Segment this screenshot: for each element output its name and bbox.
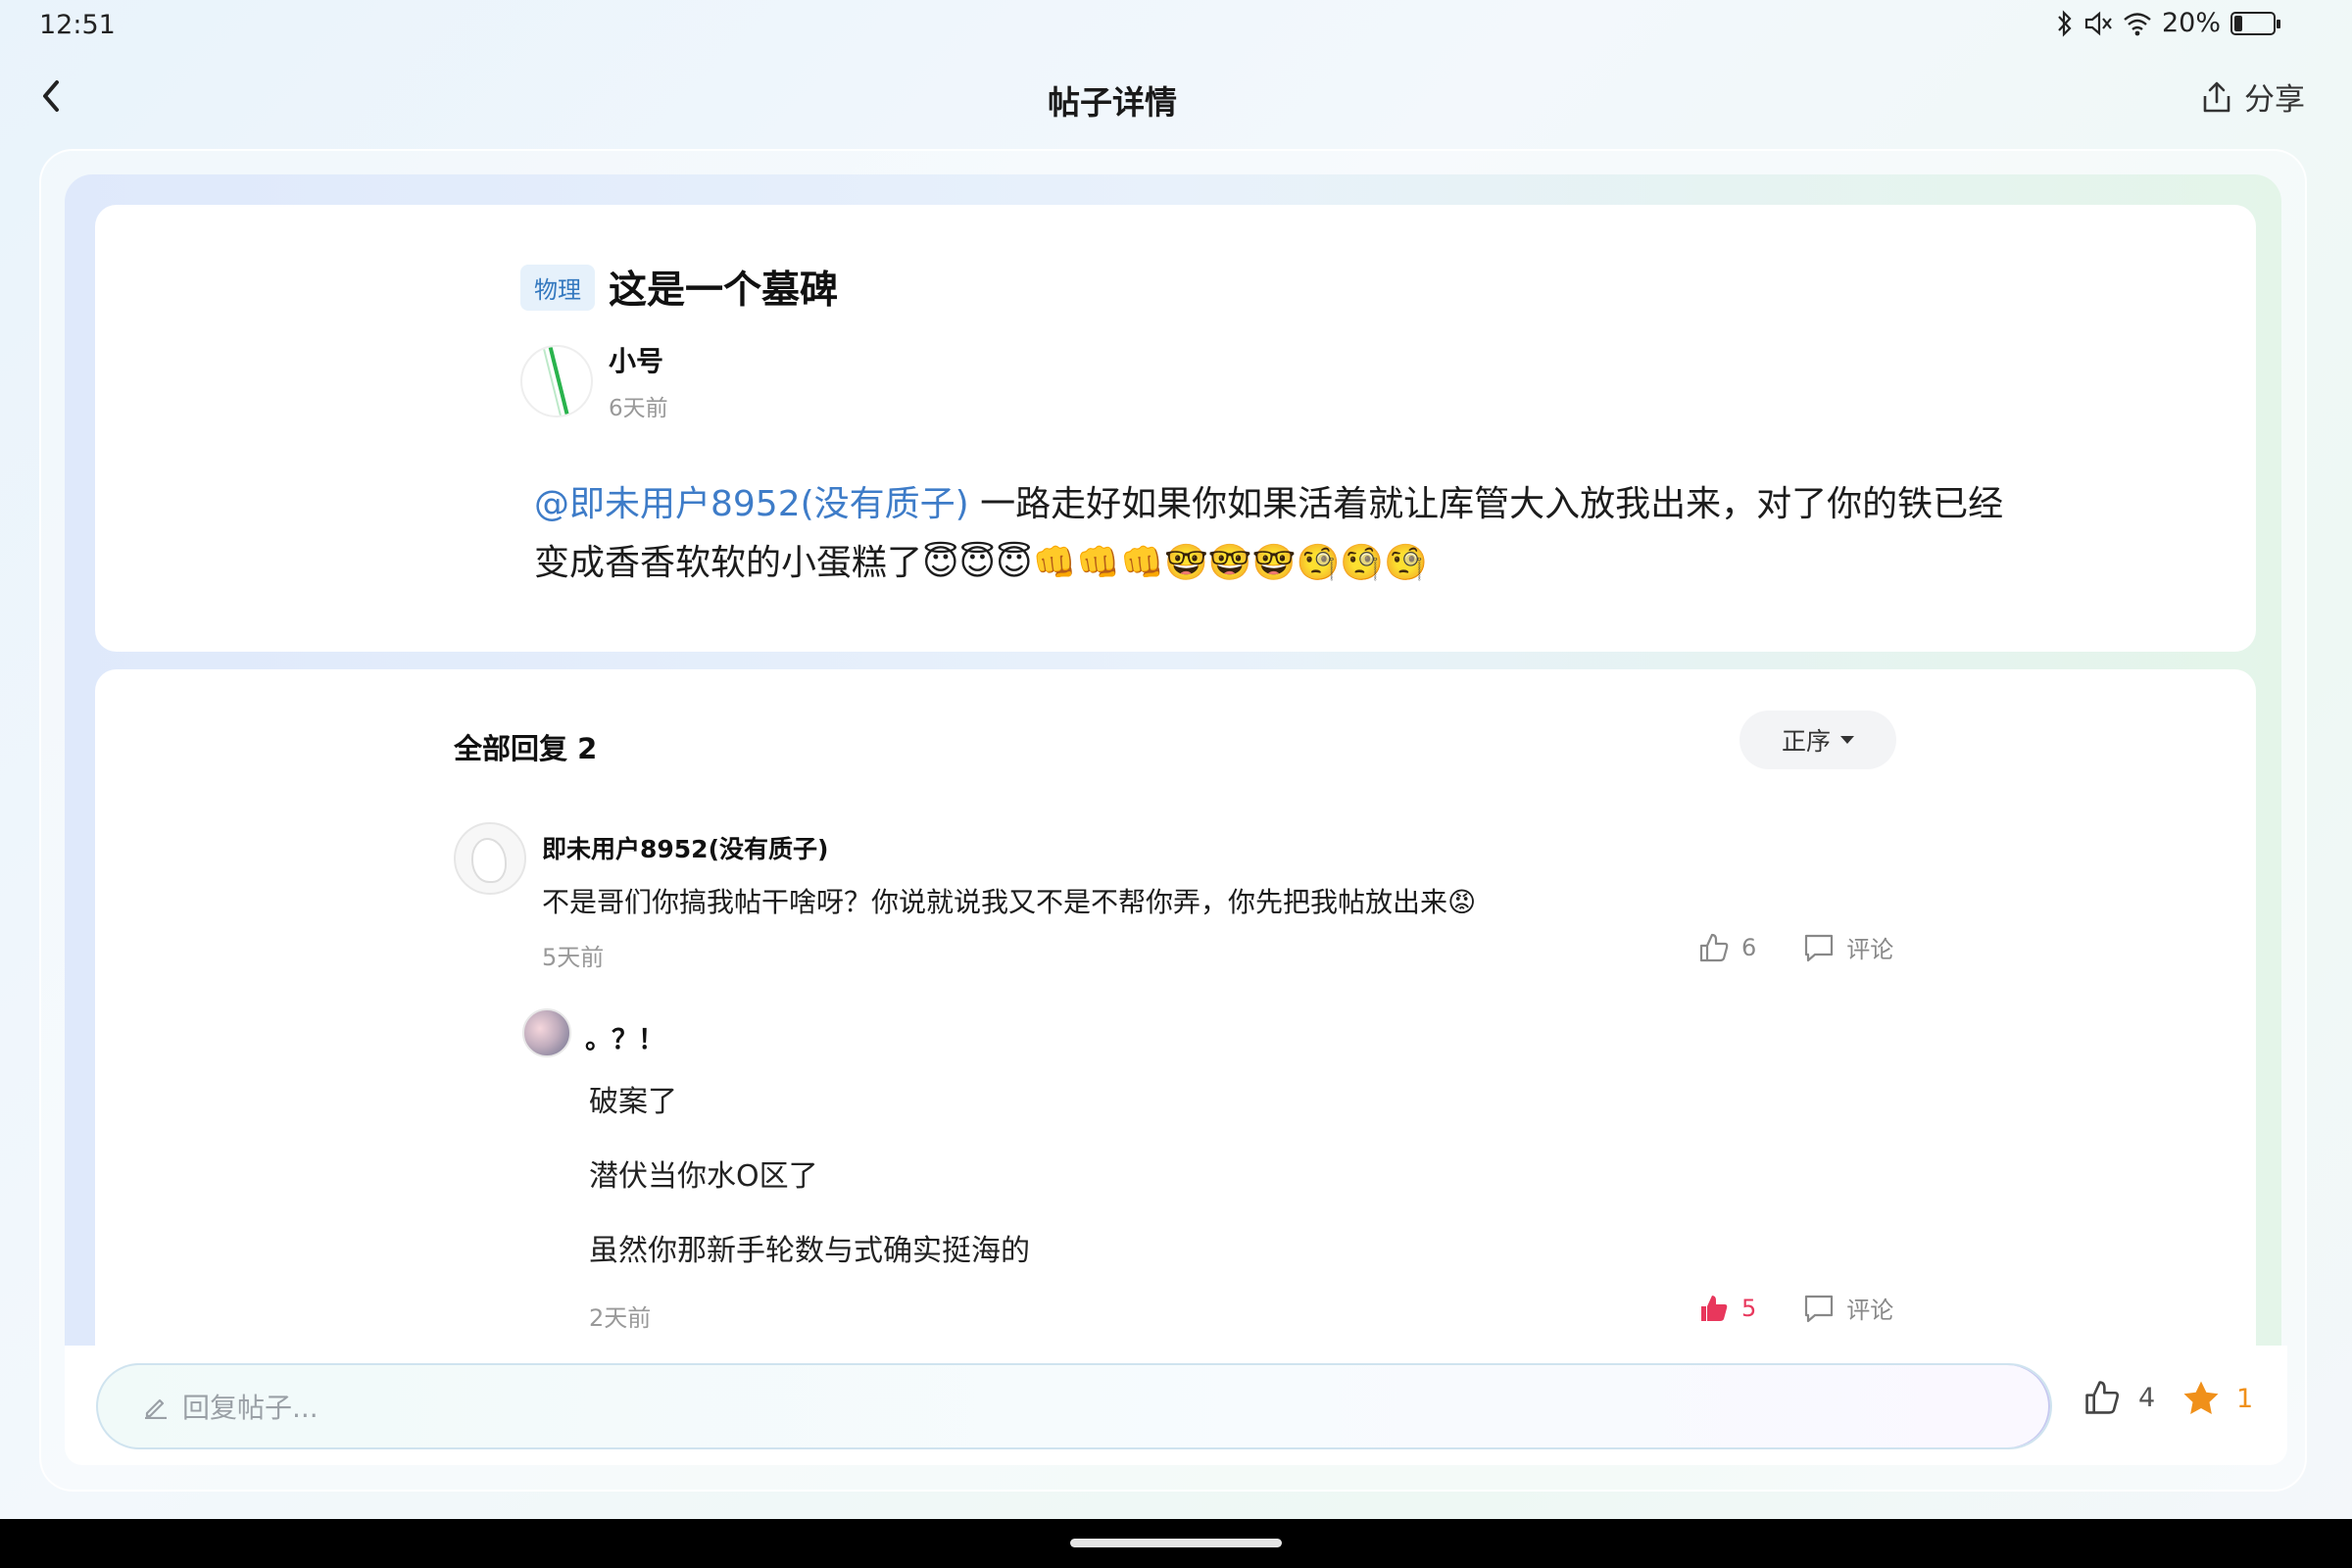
post-title: 这是一个墓碑 [609, 269, 839, 313]
status-bar: 12:51 20% [0, 0, 2352, 51]
post-favorite-button[interactable]: 1 [2181, 1379, 2253, 1418]
reply-line: 破案了 [589, 1085, 677, 1119]
share-icon [2203, 81, 2230, 112]
comment-reply-button[interactable]: 评论 [1803, 930, 1893, 964]
comments-header: 全部回复 2 [454, 732, 598, 765]
navigation-bar [0, 1519, 2352, 1568]
author-avatar[interactable] [520, 345, 593, 417]
mute-icon [2084, 11, 2112, 35]
reply-input[interactable]: 回复帖子... [96, 1363, 2052, 1449]
thumbs-up-icon [1699, 933, 1729, 961]
reply-line: 潜伏当你水O区了 [589, 1159, 818, 1194]
post-card: 物理 这是一个墓碑 小号 6天前 @即未用户8952(没有质子) 一路走好如果你… [95, 205, 2256, 652]
pencil-icon [145, 1398, 167, 1419]
replier-avatar[interactable] [522, 1008, 571, 1057]
comment-text: 不是哥们你搞我帖干啥呀？你说就说我又不是不帮你弄，你先把我帖放出来😡 [542, 886, 1477, 918]
post-like-button[interactable]: 4 [2083, 1379, 2155, 1416]
sort-label: 正序 [1781, 727, 1831, 756]
comment-actions: 6 评论 [1698, 930, 1893, 964]
reply-comment-button[interactable]: 评论 [1803, 1291, 1893, 1325]
post-time: 6天前 [609, 396, 668, 421]
comment-like-count: 6 [1741, 933, 1757, 961]
post-body: @即未用户8952(没有质子) 一路走好如果你如果活着就让库管大入放我出来，对了… [534, 475, 2024, 593]
reply-line: 虽然你那新手轮数与式确实挺海的 [589, 1234, 1030, 1268]
comment-time: 5天前 [542, 944, 605, 971]
reply-like-button[interactable]: 5 [1698, 1293, 1756, 1324]
share-button[interactable]: 分享 [2201, 74, 2305, 119]
reply-actions: 5 评论 [1698, 1291, 1893, 1325]
commenter-name[interactable]: 即未用户8952(没有质子) [542, 830, 828, 865]
page-title: 帖子详情 [1048, 83, 1177, 122]
bluetooth-icon [2058, 9, 2072, 37]
post-category-tag[interactable]: 物理 [520, 264, 595, 311]
post-body-line2: 变成香香软软的小蛋糕了😇😇😇👊👊👊🤓🤓🤓🧐🧐🧐 [534, 543, 1429, 583]
reply-time: 2天前 [589, 1304, 652, 1332]
sort-button[interactable]: 正序 [1740, 710, 1896, 769]
post-author[interactable]: 小号 6天前 [520, 340, 668, 422]
reply-bar: 回复帖子... 4 1 [65, 1346, 2287, 1465]
comment-bubble-icon [1805, 1295, 1834, 1322]
replier-name[interactable]: 。？！ [585, 1018, 664, 1056]
battery-icon [2230, 11, 2280, 35]
comment-bubble-icon [1805, 934, 1834, 961]
comment-like-button[interactable]: 6 [1698, 932, 1756, 963]
status-icons: 20% [2056, 8, 2280, 38]
reply-like-count: 5 [1741, 1294, 1757, 1322]
wifi-icon [2124, 12, 2151, 35]
reply-comment-label: 评论 [1846, 1297, 1894, 1324]
commenter-avatar[interactable] [454, 822, 526, 895]
share-label: 分享 [2244, 82, 2305, 118]
home-gesture-handle[interactable] [1070, 1539, 1282, 1547]
thumbs-up-icon [2085, 1381, 2120, 1414]
thumbs-up-filled-icon [1701, 1295, 1728, 1321]
star-filled-icon [2183, 1381, 2219, 1414]
post-like-count: 4 [2138, 1382, 2156, 1413]
comment-reply-label: 评论 [1846, 936, 1894, 963]
reply-placeholder: 回复帖子... [182, 1392, 318, 1424]
mention-link[interactable]: @即未用户8952(没有质子) [534, 484, 969, 524]
post-favorite-count: 1 [2236, 1383, 2254, 1414]
post-body-line1: 一路走好如果你如果活着就让库管大入放我出来，对了你的铁已经 [968, 484, 2004, 524]
author-name[interactable]: 小号 [609, 340, 668, 379]
post-header: 物理 这是一个墓碑 [520, 260, 838, 315]
caret-down-icon [1840, 736, 1854, 744]
battery-percent: 20% [2161, 8, 2221, 38]
status-time: 12:51 [39, 10, 116, 40]
comments-card: 全部回复 2 正序 即未用户8952(没有质子) 不是哥们你搞我帖干啥呀？你说就… [95, 669, 2256, 1346]
